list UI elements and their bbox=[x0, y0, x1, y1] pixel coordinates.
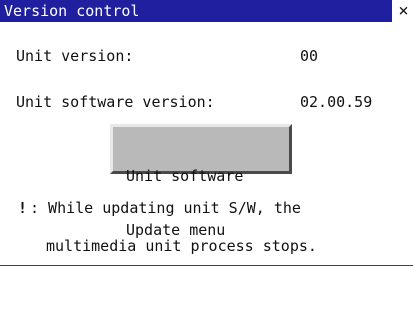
unit-software-version-value: 02.00.59 bbox=[300, 93, 373, 111]
close-icon[interactable]: × bbox=[398, 1, 408, 21]
warning-icon: ! bbox=[18, 199, 28, 217]
update-button-line1: Unit software bbox=[126, 167, 244, 185]
note-text-line1: : While updating unit S/W, the bbox=[30, 199, 301, 217]
window-title-bar: Version control bbox=[0, 0, 392, 22]
unit-software-update-menu-button[interactable]: Unit software Update menu bbox=[110, 124, 292, 239]
close-button[interactable]: × bbox=[394, 0, 413, 22]
divider bbox=[0, 265, 413, 266]
unit-version-label: Unit version: bbox=[16, 47, 134, 65]
note-text-line2: multimedia unit process stops. bbox=[46, 237, 317, 255]
unit-software-version-label: Unit software version: bbox=[16, 93, 215, 111]
window-title: Version control bbox=[4, 2, 140, 20]
unit-version-value: 00 bbox=[300, 47, 319, 65]
